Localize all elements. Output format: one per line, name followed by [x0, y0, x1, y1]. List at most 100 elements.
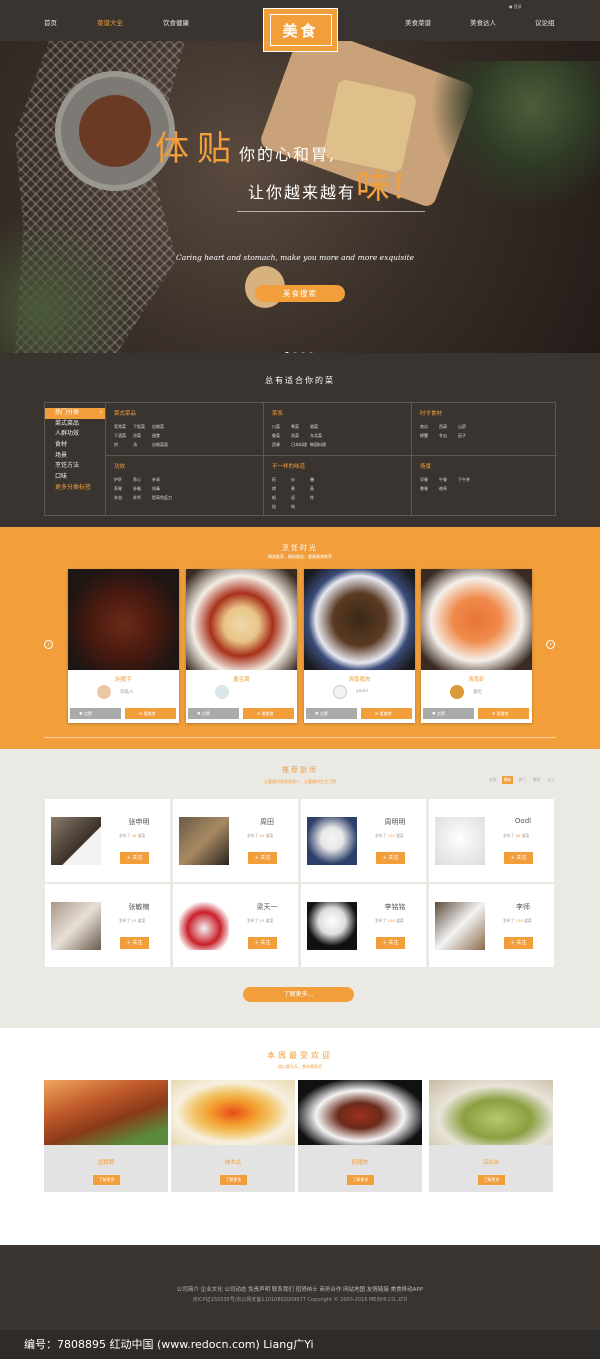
follow-button[interactable]: + 关注: [120, 852, 149, 864]
footer-links[interactable]: 公司简介 企业文化 公司动态 免责声明 联系我们 招贤纳士 商务合作 网站地图 …: [0, 1285, 600, 1293]
prev-arrow-icon[interactable]: ‹: [44, 640, 53, 649]
view-dish-button[interactable]: ✉ 看美食: [478, 708, 529, 719]
side-item[interactable]: 烹饪方法: [45, 461, 105, 472]
side-item[interactable]: 食材: [45, 440, 105, 451]
chef-card[interactable]: 张申明 发布了 48 道菜 + 关注: [45, 799, 170, 882]
category-link[interactable]: 川菜: [272, 424, 291, 430]
follow-button[interactable]: + 关注: [376, 852, 405, 864]
category-link[interactable]: 晚餐: [420, 486, 439, 492]
nav-health[interactable]: 饮食健康: [163, 17, 189, 27]
category-link[interactable]: 炒: [291, 477, 310, 483]
side-item[interactable]: 场景: [45, 451, 105, 462]
popular-card[interactable]: 凉瓜丝 了解更多: [429, 1080, 553, 1192]
follow-button[interactable]: + 关注: [120, 937, 149, 949]
category-link[interactable]: 自制菜: [152, 424, 171, 430]
category-link[interactable]: 西餐: [272, 442, 291, 448]
featured-card[interactable]: 清蒸猪肉 yoshi ♥ 点赞 ✉ 看美食: [304, 569, 415, 723]
follow-button[interactable]: + 关注: [248, 937, 277, 949]
category-link[interactable]: 炝: [272, 504, 291, 510]
category-link[interactable]: 东北菜: [310, 433, 329, 439]
learn-more-button[interactable]: 了解更多: [220, 1175, 247, 1185]
side-item-hot[interactable]: 热门分类 ›: [45, 408, 105, 419]
category-link[interactable]: 炸: [310, 495, 329, 501]
tab-latest[interactable]: 最新: [501, 776, 514, 784]
like-button[interactable]: ♥ 点赞: [188, 708, 239, 719]
category-link[interactable]: 排毒: [152, 486, 171, 492]
category-link[interactable]: 早餐: [420, 477, 439, 483]
side-item[interactable]: 人群功效: [45, 429, 105, 440]
category-link[interactable]: 焖: [272, 495, 291, 501]
chef-card[interactable]: Oodl 发布了 66 道菜 + 关注: [429, 799, 554, 882]
category-link[interactable]: 湘菜: [310, 424, 329, 430]
tab-experts[interactable]: 达人: [545, 776, 557, 784]
category-link[interactable]: 养胃: [114, 486, 133, 492]
nav-food-recipes[interactable]: 美食菜谱: [405, 17, 431, 27]
category-link[interactable]: 煎: [272, 477, 291, 483]
category-link[interactable]: 提高免疫力: [152, 495, 172, 501]
learn-more-button[interactable]: 了解更多: [478, 1175, 505, 1185]
category-link[interactable]: 补脑: [133, 486, 152, 492]
category-link[interactable]: 西葫: [439, 424, 458, 430]
category-link[interactable]: 汤: [133, 442, 152, 448]
category-link[interactable]: 烤: [272, 486, 291, 492]
category-link[interactable]: 煮: [291, 486, 310, 492]
nav-discussion[interactable]: 议论组: [535, 17, 555, 27]
popular-card[interactable]: 炖木瓜 了解更多: [171, 1080, 295, 1192]
chef-card[interactable]: 李铭铭 发布了 100 道菜 + 关注: [301, 884, 426, 967]
featured-card[interactable]: 酱豆腐 ♥ 点赞 ✉ 看美食: [186, 569, 297, 723]
like-button[interactable]: ♥ 点赞: [306, 708, 357, 719]
follow-button[interactable]: + 关注: [376, 937, 405, 949]
category-link[interactable]: 烘: [114, 442, 133, 448]
chef-card[interactable]: 李师 发布了 138 道菜 + 关注: [429, 884, 554, 967]
category-link[interactable]: 养心: [133, 477, 152, 483]
category-link[interactable]: 炖: [291, 504, 310, 510]
chef-card[interactable]: 周明明 发布了 102 道菜 + 关注: [301, 799, 426, 882]
nav-food-experts[interactable]: 美食达人: [470, 17, 496, 27]
view-dish-button[interactable]: ✉ 看美食: [125, 708, 176, 719]
follow-button[interactable]: + 关注: [504, 937, 533, 949]
tab-hot[interactable]: 热门: [516, 776, 528, 784]
popular-card[interactable]: 卤猪蹄 了解更多: [44, 1080, 168, 1192]
side-item[interactable]: 菜式菜品: [45, 419, 105, 430]
category-link[interactable]: 自制菜面: [152, 442, 171, 448]
popular-card[interactable]: 焖猪肉 了解更多: [298, 1080, 422, 1192]
category-link[interactable]: 山药: [458, 424, 477, 430]
like-button[interactable]: ♥ 点赞: [70, 708, 121, 719]
category-link[interactable]: 护肝: [114, 477, 133, 483]
category-link[interactable]: 下饭菜: [133, 424, 152, 430]
learn-more-button[interactable]: 了解更多: [347, 1175, 374, 1185]
category-link[interactable]: 腌: [310, 477, 329, 483]
tab-recommend[interactable]: 推荐: [531, 776, 543, 784]
category-link[interactable]: 夜宵: [439, 486, 458, 492]
follow-button[interactable]: + 关注: [504, 852, 533, 864]
category-link[interactable]: 凉菜: [133, 433, 152, 439]
category-link[interactable]: 茄子: [458, 433, 477, 439]
tab-all[interactable]: 全部: [487, 776, 499, 784]
food-search-button[interactable]: 美食搜索: [255, 285, 345, 302]
category-link[interactable]: 南瓜: [420, 424, 439, 430]
category-link[interactable]: 粤菜: [291, 424, 310, 430]
featured-card[interactable]: 清蒸虾 爱吃 ♥ 点赞 ✉ 看美食: [421, 569, 532, 723]
category-link[interactable]: 家常菜: [114, 424, 133, 430]
category-link[interactable]: 螃蟹: [420, 433, 439, 439]
nav-home[interactable]: 首页: [44, 17, 57, 27]
next-arrow-icon[interactable]: ›: [546, 640, 555, 649]
category-link[interactable]: 补钙: [133, 495, 152, 501]
category-link[interactable]: 冬瓜: [439, 433, 458, 439]
category-link[interactable]: 补肾: [152, 477, 171, 483]
category-link[interactable]: 午餐: [439, 477, 458, 483]
nav-recipes[interactable]: 菜谱大全: [97, 17, 123, 27]
category-link[interactable]: 韩国料理: [310, 442, 329, 448]
side-item-more[interactable]: 更多分类标签: [45, 483, 105, 494]
learn-more-button[interactable]: 了解更多: [93, 1175, 120, 1185]
category-link[interactable]: 蒸: [310, 486, 329, 492]
site-logo[interactable]: 美食: [263, 8, 338, 52]
featured-card[interactable]: 焖猪手 刘美人 ♥ 点赞 ✉ 看美食: [68, 569, 179, 723]
chef-card[interactable]: 梁天一 发布了 43 道菜 + 关注: [173, 884, 298, 967]
like-button[interactable]: ♥ 点赞: [423, 708, 474, 719]
category-link[interactable]: 鲁菜: [272, 433, 291, 439]
chef-card[interactable]: 周田 发布了 64 道菜 + 关注: [173, 799, 298, 882]
category-link[interactable]: 下酒菜: [114, 433, 133, 439]
view-dish-button[interactable]: ✉ 看美食: [243, 708, 294, 719]
category-link[interactable]: 日本料理: [291, 442, 310, 448]
